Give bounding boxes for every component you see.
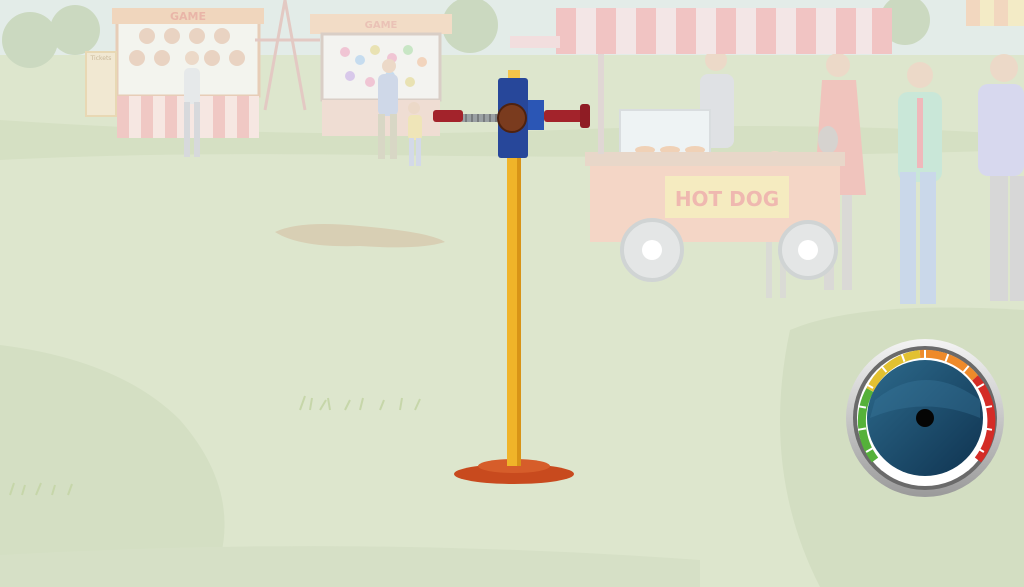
booth-center-sign: GAME [365,20,398,31]
tester-knob[interactable] [497,103,527,133]
carnival-scene: GAME Tickets GAME HOT DOG [0,0,1024,587]
gauge-tick [983,405,993,409]
carousel [966,0,1024,26]
game-stage: GAME Tickets GAME HOT DOG [0,0,1024,587]
tester-handle-left[interactable] [433,110,463,122]
cart-sign: HOT DOG [675,187,779,211]
gauge-tick [857,405,867,409]
gauge-tick [983,427,993,431]
power-gauge [846,339,1004,497]
gauge-tick [857,427,867,431]
booth-left-sign: GAME [170,10,206,23]
tester-clamp-side [528,100,544,130]
gauge-hub [916,409,934,427]
tester-handle-right[interactable] [544,110,584,122]
ticket-sign: Tickets [90,55,112,62]
